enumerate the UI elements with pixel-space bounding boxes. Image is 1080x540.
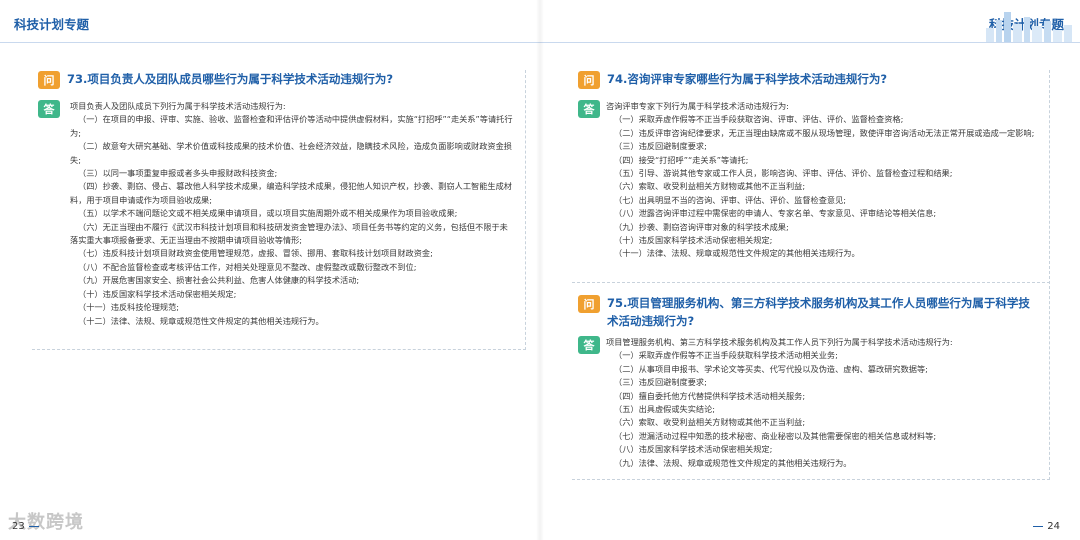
answer-badge-icon: 答: [578, 336, 600, 354]
question-title-75: 75.项目管理服务机构、第三方科学技术服务机构及其工作人员哪些行为属于科学技术活…: [607, 296, 1030, 328]
question-row-74: 问 74.咨询评审专家哪些行为属于科学技术活动违规行为?: [578, 70, 1038, 89]
list-item: （四）擅自委托他方代替提供科学技术活动相关服务;: [614, 390, 806, 401]
list-item: （六）索取、收受利益相关方财物或其他不正当利益;: [614, 417, 806, 428]
question-row-75: 问 75.项目管理服务机构、第三方科学技术服务机构及其工作人员哪些行为属于科学技…: [578, 294, 1038, 330]
list-item: （一）采取弄虚作假等不正当手段获取科学技术活动相关业务;: [614, 350, 838, 361]
page-number-right: 24: [1029, 521, 1060, 532]
list-item: （五）出具虚假或失实结论;: [614, 404, 716, 415]
book-spine-shadow: [536, 0, 544, 540]
panel-bottom-border: [572, 479, 1050, 480]
answer-intro-73: 项目负责人及团队成员下列行为属于科学技术活动违规行为:: [70, 101, 286, 111]
list-item: （一）采取弄虚作假等不正当手段获取咨询、评审、评估、评价、监督检查资格;: [614, 114, 904, 125]
qa-panel-74-75: 问 74.咨询评审专家哪些行为属于科学技术活动违规行为? 答 咨询评审专家下列行…: [572, 70, 1050, 480]
list-item: （九）法律、法规、规章或规范性文件规定的其他相关违规行为。: [614, 457, 852, 468]
panel-bottom-border: [32, 349, 526, 350]
list-item: （五）以学术不端问题论文或不相关成果申请项目，或以项目实施周期外或不相关成果作为…: [78, 208, 458, 219]
panel-border-dashed: [1049, 70, 1050, 480]
list-item: （三）违反回避制度要求;: [614, 377, 707, 388]
answer-intro-75: 项目管理服务机构、第三方科学技术服务机构及其工作人员下列行为属于科学技术活动违规…: [606, 337, 953, 347]
list-item: （十一）法律、法规、规章或规范性文件规定的其他相关违规行为。: [614, 248, 860, 259]
list-item: （八）不配合监督检查或考核评估工作，对相关处理意见不整改、虚假整改或敷衍整改不到…: [78, 261, 417, 272]
list-item: （九）抄袭、剽窃咨询评审对象的科学技术成果;: [614, 221, 789, 232]
answer-intro-74: 咨询评审专家下列行为属于科学技术活动违规行为:: [606, 101, 789, 111]
list-item: （十）违反国家科学技术活动保密相关规定;: [614, 235, 773, 246]
list-item: （二）从事项目申报书、学术论文等买卖、代写代投以及伪造、虚构、篡改研究数据等;: [614, 363, 928, 374]
page-number-dash: [1033, 526, 1044, 527]
answer-badge-icon: 答: [38, 100, 60, 118]
list-item: （八）泄露咨询评审过程中需保密的申请人、专家名单、专家意见、评审结论等相关信息;: [614, 208, 937, 219]
answer-badge-icon: 答: [578, 100, 600, 118]
list-item: （十）违反国家科学技术活动保密相关规定;: [78, 288, 237, 299]
list-item: （十一）违反科技伦理规范;: [78, 302, 180, 313]
list-item: （四）接受“打招呼”“走关系”等请托;: [614, 154, 749, 165]
list-item: （六）无正当理由不履行《武汉市科技计划项目和科技研发资金管理办法》、项目任务书等…: [70, 221, 508, 246]
question-row-73: 问 73.项目负责人及团队成员哪些行为属于科学技术活动违规行为?: [38, 70, 514, 89]
list-item: （六）索取、收受利益相关方财物或其他不正当利益;: [614, 181, 806, 192]
question-badge-icon: 问: [38, 71, 60, 89]
list-item: （七）违反科技计划项目财政资金使用管理规范，虚报、冒领、挪用、套取科技计划项目财…: [78, 248, 433, 259]
qa-panel-73: 问 73.项目负责人及团队成员哪些行为属于科学技术活动违规行为? 答 项目负责人…: [32, 70, 526, 350]
list-item: （八）违反国家科学技术活动保密相关规定;: [614, 444, 773, 455]
list-item: （三）以同一事项重复申报或者多头申报财政科技资金;: [78, 168, 278, 179]
answer-body-73: 项目负责人及团队成员下列行为属于科学技术活动违规行为: （一）在项目的申报、评审…: [70, 100, 514, 328]
page-number-left: 23: [12, 521, 43, 532]
list-item: （二）违反评审咨询纪律要求，无正当理由缺席或不服从现场管理，致使评审咨询活动无法…: [614, 127, 1035, 138]
city-skyline-icon: [986, 12, 1072, 42]
list-item: （四）抄袭、剽窃、侵占、篡改他人科学技术成果，编造科学技术成果，侵犯他人知识产权…: [70, 181, 512, 205]
answer-body-74: 咨询评审专家下列行为属于科学技术活动违规行为: （一）采取弄虚作假等不正当手段获…: [606, 100, 1038, 261]
question-badge-icon: 问: [578, 295, 600, 313]
list-item: （七）泄漏活动过程中知悉的技术秘密、商业秘密以及其他需要保密的相关信息或材料等;: [614, 430, 937, 441]
list-item: （二）故意夸大研究基础、学术价值或科技成果的技术价值、社会经济效益，隐瞒技术风险…: [70, 141, 512, 165]
section-divider: [572, 282, 1050, 283]
question-title-73: 73.项目负责人及团队成员哪些行为属于科学技术活动违规行为?: [67, 72, 394, 86]
answer-body-75: 项目管理服务机构、第三方科学技术服务机构及其工作人员下列行为属于科学技术活动违规…: [606, 336, 1038, 470]
list-item: （一）在项目的申报、评审、实施、验收、监督检查和评估评价等活动中提供虚假材料，实…: [70, 114, 513, 138]
list-item: （十二）法律、法规、规章或规范性文件规定的其他相关违规行为。: [78, 315, 324, 326]
page-number-right-value: 24: [1047, 521, 1060, 532]
header-divider-right: [540, 42, 1080, 43]
header-title-left: 科技计划专题: [14, 17, 90, 32]
page-number-dash: [28, 526, 39, 527]
panel-border-dashed: [525, 70, 526, 350]
header-divider-left: [0, 42, 540, 43]
question-badge-icon: 问: [578, 71, 600, 89]
question-title-74: 74.咨询评审专家哪些行为属于科学技术活动违规行为?: [607, 72, 888, 86]
list-item: （三）违反回避制度要求;: [614, 141, 707, 152]
list-item: （九）开展危害国家安全、损害社会公共利益、危害人体健康的科学技术活动;: [78, 275, 360, 286]
list-item: （五）引导、游说其他专家或工作人员，影响咨询、评审、评估、评价、监督检查过程和结…: [614, 168, 953, 179]
page-number-left-value: 23: [12, 521, 25, 532]
list-item: （七）出具明显不当的咨询、评审、评估、评价、监督检查意见;: [614, 194, 847, 205]
